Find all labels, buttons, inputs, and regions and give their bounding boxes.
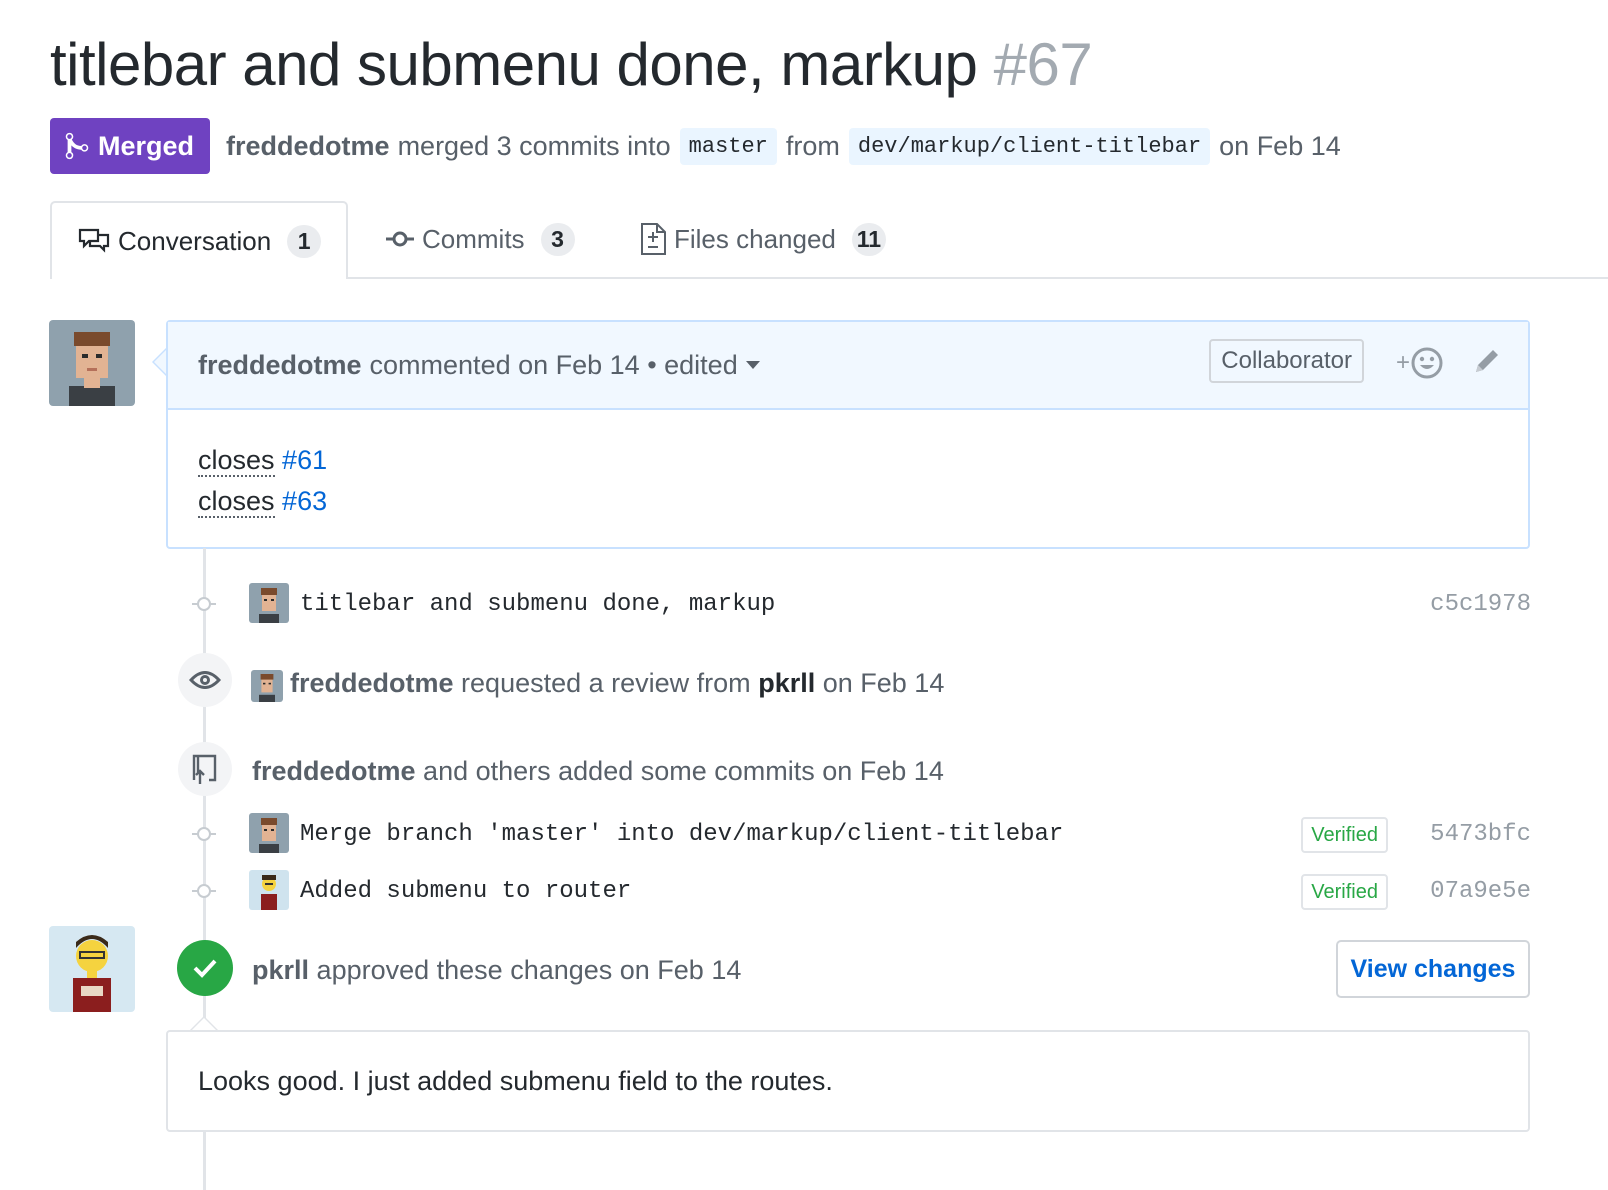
avatar[interactable] (249, 870, 289, 910)
merge-date: on Feb 14 (1219, 130, 1341, 161)
tab-commits-label: Commits (422, 223, 525, 254)
event-author-link[interactable]: freddedotme (252, 756, 416, 786)
tab-commits-count: 3 (540, 222, 575, 256)
git-commit-icon (386, 231, 414, 247)
event-text: and others added some commits on Feb 14 (423, 756, 944, 786)
git-merge-icon (65, 132, 89, 160)
edited-dropdown-icon[interactable] (745, 361, 760, 369)
review-request-event: freddedotme requested a review from pkrl… (290, 668, 944, 699)
closes-line: closes #61 (198, 440, 1498, 481)
event-date[interactable]: on Feb 14 (823, 668, 945, 698)
commit-message-link[interactable]: Added submenu to router (300, 878, 631, 905)
pr-author-link[interactable]: freddedotme (226, 131, 390, 162)
commit-message-link[interactable]: titlebar and submenu done, markup (300, 591, 775, 618)
tab-commits[interactable]: Commits 3 (386, 201, 575, 277)
pr-meta: Merged freddedotme merged 3 commits into… (50, 118, 1341, 174)
tab-files-changed[interactable]: Files changed 11 (640, 201, 886, 277)
pr-title-text: titlebar and submenu done, markup (50, 31, 978, 98)
avatar[interactable] (49, 320, 135, 406)
reviewer-link[interactable]: pkrll (758, 668, 815, 698)
closes-keyword: closes (198, 445, 275, 477)
approval-event: pkrll approved these changes on Feb 14 (252, 955, 741, 986)
commit-sha-link[interactable]: 5473bfc (1430, 821, 1531, 848)
issue-link-61[interactable]: #61 (282, 445, 327, 475)
avatar[interactable] (249, 813, 289, 853)
comment-meta[interactable]: commented on Feb 14 • edited (370, 350, 738, 381)
event-author-link[interactable]: pkrll (252, 955, 309, 985)
verified-badge[interactable]: Verified (1301, 817, 1388, 853)
comment-author-link[interactable]: freddedotme (198, 350, 362, 381)
avatar[interactable] (249, 583, 289, 623)
reaction-plus: + (1395, 349, 1410, 376)
pencil-icon[interactable] (1472, 346, 1502, 376)
tab-conversation-count: 1 (287, 224, 322, 258)
head-branch[interactable]: dev/markup/client-titlebar (848, 127, 1211, 165)
review-arrow (190, 1016, 218, 1030)
tab-conversation-label: Conversation (118, 225, 272, 256)
merged-state-badge: Merged (50, 118, 211, 174)
smiley-icon (1411, 347, 1443, 379)
add-reaction-button[interactable]: + (1396, 346, 1444, 380)
comment-arrow (152, 348, 166, 376)
repo-push-icon (192, 754, 217, 784)
commit-sha-link[interactable]: 07a9e5e (1430, 878, 1531, 905)
commit-dot-icon (192, 824, 216, 844)
merged-label: Merged (98, 130, 195, 161)
collaborator-badge: Collaborator (1209, 339, 1364, 383)
eye-icon (189, 671, 221, 689)
closes-line: closes #63 (198, 481, 1498, 522)
check-icon (193, 959, 217, 978)
commit-message-link[interactable]: Merge branch 'master' into dev/markup/cl… (300, 821, 1063, 848)
commit-sha-link[interactable]: c5c1978 (1430, 591, 1531, 618)
view-changes-button[interactable]: View changes (1336, 940, 1530, 998)
review-request-badge (178, 653, 232, 707)
review-body-text: Looks good. I just added submenu field t… (198, 1066, 833, 1096)
verified-badge[interactable]: Verified (1301, 874, 1388, 910)
from-text: from (785, 130, 840, 161)
file-diff-icon (641, 223, 666, 255)
commits-added-badge (178, 742, 232, 796)
commit-dot-icon (192, 881, 216, 901)
issue-link-63[interactable]: #63 (282, 486, 327, 516)
event-text: requested a review from (461, 668, 751, 698)
event-text[interactable]: approved these changes on Feb 14 (317, 955, 742, 985)
comment-body: closes #61 closes #63 (168, 410, 1528, 550)
tab-files-count: 11 (851, 222, 886, 256)
base-branch[interactable]: master (679, 127, 777, 165)
comment-discussion-icon (78, 228, 110, 253)
pr-description-comment: freddedotme commented on Feb 14 • edited… (152, 320, 1530, 550)
avatar[interactable] (251, 670, 283, 702)
tab-files-label: Files changed (674, 223, 836, 254)
comment-header: freddedotme commented on Feb 14 • edited… (168, 322, 1528, 410)
event-author-link[interactable]: freddedotme (290, 668, 454, 698)
avatar[interactable] (49, 926, 135, 1012)
merged-text: merged 3 commits into (397, 130, 671, 161)
review-comment: Looks good. I just added submenu field t… (166, 1030, 1530, 1132)
pr-number: #67 (993, 31, 1093, 98)
pr-title: titlebar and submenu done, markup #67 (50, 30, 1093, 99)
tab-conversation[interactable]: Conversation 1 (50, 201, 348, 279)
closes-keyword: closes (198, 486, 275, 518)
commits-added-event: freddedotme and others added some commit… (252, 756, 944, 787)
approved-badge (177, 940, 233, 996)
commit-dot-icon (192, 594, 216, 614)
